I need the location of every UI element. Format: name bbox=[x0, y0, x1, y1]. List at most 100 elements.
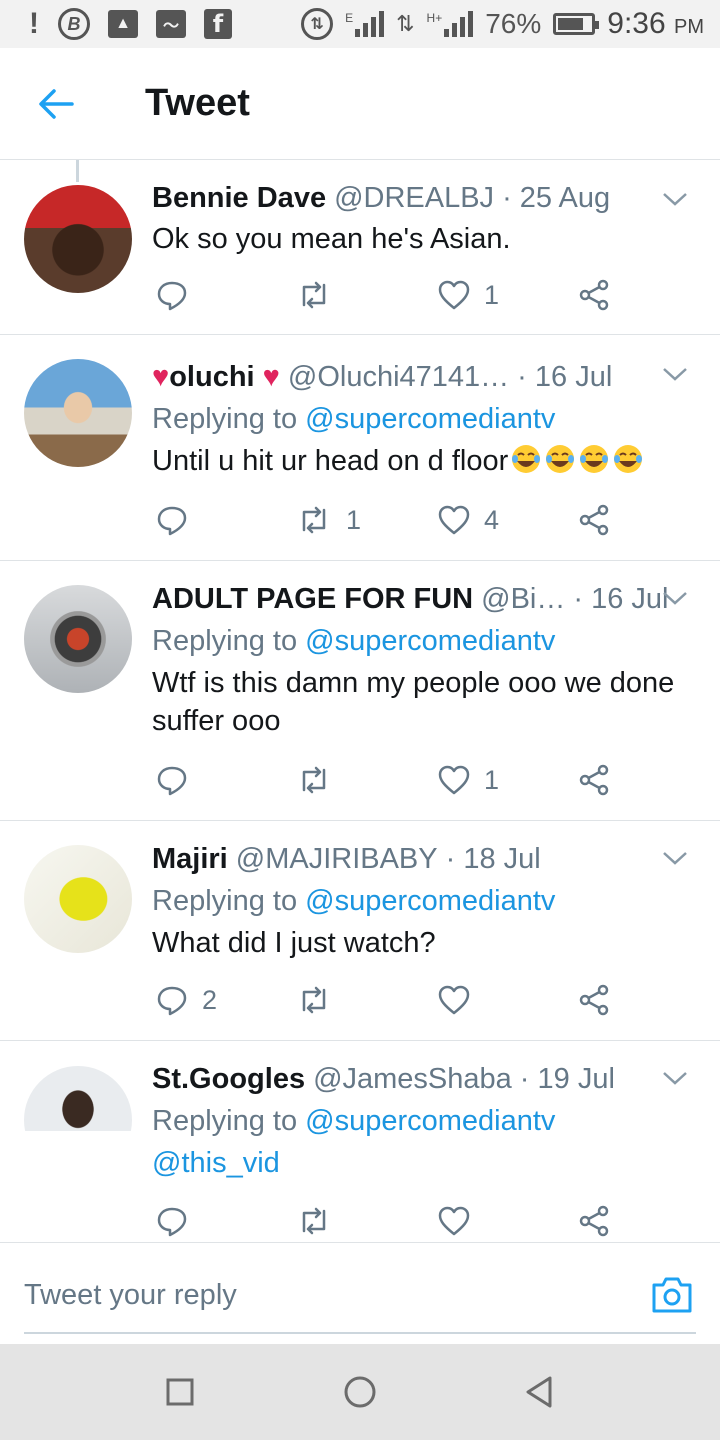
reply-button[interactable] bbox=[156, 760, 202, 800]
retweet-button[interactable]: 1 bbox=[296, 500, 361, 540]
share-icon bbox=[579, 504, 609, 536]
replying-to: Replying to @supercomediantv bbox=[152, 403, 690, 436]
share-icon bbox=[579, 279, 609, 311]
handle[interactable]: @JamesShaba bbox=[313, 1063, 512, 1096]
share-button[interactable] bbox=[578, 1201, 610, 1241]
tweet-body: ADULT PAGE FOR FUN @Bi… · 16 Jul Replyin… bbox=[152, 581, 690, 740]
like-button[interactable] bbox=[438, 1201, 484, 1241]
retweet-button[interactable] bbox=[296, 980, 346, 1020]
like-button[interactable]: 1 bbox=[438, 760, 499, 800]
display-name[interactable]: St.Googles bbox=[152, 1063, 305, 1096]
chevron-down-icon[interactable] bbox=[660, 583, 690, 613]
tweet[interactable]: ADULT PAGE FOR FUN @Bi… · 16 Jul Replyin… bbox=[0, 561, 720, 821]
replying-label: Replying to bbox=[152, 403, 298, 435]
handle[interactable]: @Oluchi47141… bbox=[288, 361, 509, 394]
clock-time: 9:36 bbox=[607, 7, 666, 40]
tweet-text: @this_vid bbox=[152, 1144, 690, 1182]
reply-icon bbox=[157, 766, 187, 796]
battery-fill bbox=[558, 18, 583, 30]
mention-link[interactable]: @supercomediantv bbox=[305, 1105, 555, 1137]
chevron-down-icon[interactable] bbox=[660, 359, 690, 389]
avatar[interactable] bbox=[24, 1066, 132, 1174]
tweet-actions: 1 bbox=[152, 760, 622, 800]
avatar[interactable] bbox=[24, 359, 132, 467]
recents-square-icon[interactable] bbox=[160, 1372, 200, 1412]
like-button[interactable]: 1 bbox=[438, 275, 499, 315]
handle[interactable]: @DREALBJ bbox=[334, 182, 494, 215]
mention-link[interactable]: @supercomediantv bbox=[305, 885, 555, 917]
retweet-icon bbox=[302, 281, 326, 309]
tweet-text: Until u hit ur head on d floor bbox=[152, 442, 690, 480]
tweet-text: Ok so you mean he's Asian. bbox=[152, 223, 511, 255]
tweet-body: ♥oluchi ♥ @Oluchi47141… · 16 Jul Replyin… bbox=[152, 359, 690, 480]
battery-percent: 76% bbox=[485, 8, 542, 39]
heart-icon bbox=[438, 765, 470, 795]
back-button[interactable] bbox=[30, 78, 82, 130]
retweet-count: 1 bbox=[346, 504, 362, 535]
top-app-bar: Tweet bbox=[0, 48, 720, 160]
home-circle-icon[interactable] bbox=[340, 1372, 380, 1412]
arrow-left-icon bbox=[39, 89, 74, 119]
avatar[interactable] bbox=[24, 185, 132, 293]
avatar[interactable] bbox=[24, 845, 132, 953]
signal-bars-icon bbox=[444, 11, 474, 37]
tweet-body: St.Googles @JamesShaba · 19 Jul Replying… bbox=[152, 1061, 690, 1182]
replying-to: Replying to @supercomediantv bbox=[152, 885, 690, 918]
heart-emoji-icon: ♥ bbox=[152, 360, 170, 393]
chevron-down-icon[interactable] bbox=[660, 184, 690, 214]
reply-button[interactable] bbox=[156, 1201, 202, 1241]
tweet[interactable]: ♥oluchi ♥ @Oluchi47141… · 16 Jul Replyin… bbox=[0, 335, 720, 561]
back-triangle-icon[interactable] bbox=[520, 1372, 560, 1412]
share-button[interactable] bbox=[578, 500, 610, 540]
retweet-button[interactable] bbox=[296, 760, 346, 800]
reply-button[interactable]: 2 bbox=[156, 980, 217, 1020]
retweet-button[interactable] bbox=[296, 275, 346, 315]
mention-link[interactable]: @supercomediantv bbox=[305, 403, 555, 435]
gallery-icon: ▲ bbox=[108, 10, 138, 38]
handle[interactable]: @MAJIRIBABY bbox=[236, 843, 438, 876]
like-button[interactable]: 4 bbox=[438, 500, 499, 540]
replies-feed[interactable]: Bennie Dave @DREALBJ · 25 Aug Ok so you … bbox=[0, 160, 720, 1242]
tweet-actions bbox=[152, 1201, 622, 1241]
reply-button[interactable] bbox=[156, 500, 202, 540]
camera-icon[interactable] bbox=[650, 1273, 694, 1317]
tweet-date: · 16 Jul bbox=[517, 360, 613, 393]
retweet-icon bbox=[302, 766, 326, 794]
like-button[interactable] bbox=[438, 980, 484, 1020]
display-name[interactable]: Majiri bbox=[152, 843, 228, 876]
chevron-down-icon[interactable] bbox=[660, 843, 690, 873]
display-name[interactable]: ♥oluchi ♥ bbox=[152, 361, 280, 394]
display-name[interactable]: ADULT PAGE FOR FUN bbox=[152, 583, 473, 616]
reply-icon bbox=[157, 986, 187, 1016]
display-name[interactable]: Bennie Dave bbox=[152, 182, 326, 215]
heart-icon bbox=[438, 280, 470, 310]
share-button[interactable] bbox=[578, 760, 610, 800]
reply-input[interactable] bbox=[24, 1273, 624, 1317]
retweet-button[interactable] bbox=[296, 1201, 346, 1241]
tweet-date: · 25 Aug bbox=[502, 181, 611, 214]
tweet[interactable]: St.Googles @JamesShaba · 19 Jul Replying… bbox=[0, 1041, 720, 1242]
tweet-date: · 19 Jul bbox=[519, 1062, 615, 1095]
avatar[interactable] bbox=[24, 585, 132, 693]
tears-of-joy-emoji bbox=[580, 445, 609, 473]
display-name-text: oluchi bbox=[169, 360, 255, 393]
like-count: 4 bbox=[484, 504, 500, 535]
retweet-icon bbox=[302, 986, 326, 1014]
signal-1: E bbox=[345, 11, 385, 37]
tweet[interactable]: Majiri @MAJIRIBABY · 18 Jul Replying to … bbox=[0, 821, 720, 1041]
reply-icon bbox=[157, 281, 187, 311]
chevron-down-icon[interactable] bbox=[660, 1063, 690, 1093]
system-nav-bar bbox=[0, 1344, 720, 1440]
like-count: 1 bbox=[484, 279, 500, 310]
share-button[interactable] bbox=[578, 980, 610, 1020]
share-button[interactable] bbox=[578, 275, 610, 315]
mention-link[interactable]: @this_vid bbox=[152, 1147, 280, 1179]
tweet[interactable]: Bennie Dave @DREALBJ · 25 Aug Ok so you … bbox=[0, 160, 720, 335]
tweet-text: What did I just watch? bbox=[152, 927, 436, 959]
heart-icon bbox=[438, 985, 470, 1015]
handle[interactable]: @Bi… bbox=[481, 583, 565, 616]
mention-link[interactable]: @supercomediantv bbox=[305, 625, 555, 657]
tweet-body: Bennie Dave @DREALBJ · 25 Aug Ok so you … bbox=[152, 180, 690, 258]
tweet-text: Wtf is this damn my people ooo we done s… bbox=[152, 667, 675, 737]
reply-button[interactable] bbox=[156, 275, 202, 315]
